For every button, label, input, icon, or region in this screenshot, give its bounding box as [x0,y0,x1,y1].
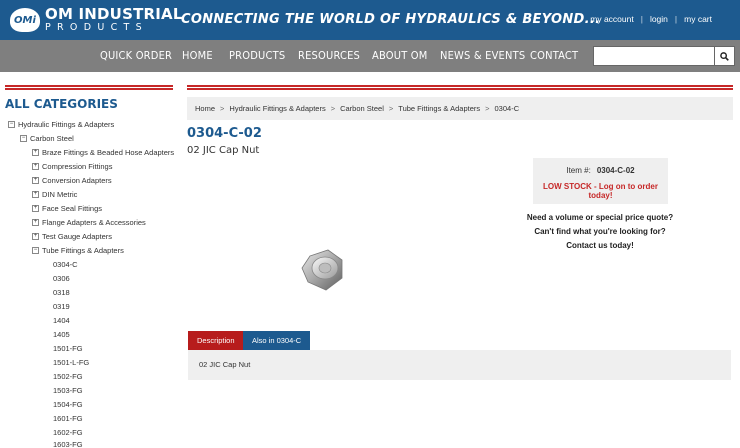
product-code: 0304-C-02 [187,126,262,141]
tree-item-hydraulic-fittings[interactable]: − Hydraulic Fittings & Adapters [8,120,114,129]
collapse-icon[interactable]: − [8,121,15,128]
expand-icon[interactable]: + [32,163,39,170]
tree-leaf-1502-fg[interactable]: 1502-FG [53,372,83,381]
item-number-line: Item #: 0304-C-02 [533,166,668,175]
expand-icon[interactable]: + [32,149,39,156]
quote-line-3: Contact us today! [566,241,634,250]
tree-leaf-1501-l-fg[interactable]: 1501-L-FG [53,358,89,367]
breadcrumb-tube-fittings[interactable]: Tube Fittings & Adapters [398,104,480,113]
tree-leaf-1504-fg[interactable]: 1504-FG [53,400,83,409]
tab-panel-description: 02 JIC Cap Nut [188,350,731,380]
quote-line-2: Can't find what you're looking for? [534,227,666,236]
item-number-value: 0304-C-02 [596,166,635,175]
nav-about[interactable]: ABOUT OM [372,40,428,72]
breadcrumb-separator: > [485,104,490,113]
expand-icon[interactable]: + [32,233,39,240]
breadcrumb-current: 0304-C [494,104,520,113]
tree-item-compression-fittings[interactable]: + Compression Fittings [32,162,112,171]
description-text: 02 JIC Cap Nut [199,360,251,369]
tree-item-face-seal[interactable]: + Face Seal Fittings [32,204,102,213]
tree-item-label: Compression Fittings [42,162,113,171]
search-input[interactable] [593,46,715,66]
tree-leaf-1503-fg[interactable]: 1503-FG [53,386,83,395]
tree-item-flange-adapters[interactable]: + Flange Adapters & Accessories [32,218,146,227]
search-button[interactable] [715,46,735,66]
tree-item-din-metric[interactable]: + DIN Metric [32,190,77,199]
breadcrumb-home[interactable]: Home [195,104,215,113]
nav-quick-order[interactable]: QUICK ORDER [100,40,172,72]
collapse-icon[interactable]: − [32,247,39,254]
breadcrumb-hydraulic-fittings[interactable]: Hydraulic Fittings & Adapters [229,104,325,113]
tree-leaf-1501-fg[interactable]: 1501-FG [53,344,83,353]
my-account-link[interactable]: my account [583,14,640,24]
logo-badge: OMi [10,8,40,32]
tree-leaf-1603-fg[interactable]: 1603-FG [53,440,83,448]
tree-item-label: Braze Fittings & Beaded Hose Adapters [42,148,175,157]
tree-item-conversion-adapters[interactable]: + Conversion Adapters [32,176,112,185]
tree-item-label: Face Seal Fittings [42,204,103,213]
tab-description[interactable]: Description [188,331,244,350]
expand-icon[interactable]: + [32,177,39,184]
tree-leaf-1404[interactable]: 1404 [53,316,70,325]
low-stock-message[interactable]: LOW STOCK - Log on to order today! [533,182,668,200]
tree-item-carbon-steel[interactable]: − Carbon Steel [20,134,74,143]
nav-resources[interactable]: RESOURCES [298,40,360,72]
breadcrumb-separator: > [388,104,394,113]
cap-nut-image [301,249,343,291]
expand-icon[interactable]: + [32,191,39,198]
tree-item-test-gauge[interactable]: + Test Gauge Adapters [32,232,112,241]
tree-leaf-0304-c[interactable]: 0304-C [53,260,78,269]
tree-item-label: DIN Metric [42,190,78,199]
item-number-label: Item #: [566,166,591,175]
tab-also-in[interactable]: Also in 0304-C [243,331,311,350]
tree-leaf-1601-fg[interactable]: 1601-FG [53,414,83,423]
site-header: OMi OM INDUSTRIAL PRODUCTS CONNECTING TH… [0,0,740,40]
tree-item-label: Test Gauge Adapters [42,232,113,241]
tree-item-braze-fittings[interactable]: + Braze Fittings & Beaded Hose Adapters [32,148,174,157]
tree-item-tube-fittings[interactable]: − Tube Fittings & Adapters [32,246,124,255]
tree-leaf-0319[interactable]: 0319 [53,302,70,311]
tree-leaf-1405[interactable]: 1405 [53,330,70,339]
quote-request-text[interactable]: Need a volume or special price quote? Ca… [525,211,675,253]
tree-item-label: Flange Adapters & Accessories [42,218,146,227]
expand-icon[interactable]: + [32,219,39,226]
content-divider [187,85,733,90]
tree-item-label: Carbon Steel [30,134,74,143]
login-link[interactable]: login [643,14,675,24]
sidebar-divider [5,85,173,90]
tree-leaf-0318[interactable]: 0318 [53,288,70,297]
magnifier-icon [720,51,729,61]
tree-item-label: Conversion Adapters [42,176,112,185]
logo-line-2: PRODUCTS [45,22,148,34]
logo-line-1: OM INDUSTRIAL [45,5,183,24]
tree-leaf-0306[interactable]: 0306 [53,274,70,283]
quote-line-1: Need a volume or special price quote? [526,213,674,222]
site-tagline: CONNECTING THE WORLD OF HYDRAULICS & BEY… [181,12,601,27]
breadcrumb-separator: > [330,104,336,113]
site-logo[interactable]: OMi OM INDUSTRIAL PRODUCTS [10,6,183,34]
item-info-box: Item #: 0304-C-02 LOW STOCK - Log on to o… [533,158,668,204]
sidebar-title: ALL CATEGORIES [5,97,118,111]
logo-wordmark: OM INDUSTRIAL PRODUCTS [45,7,183,33]
nav-products[interactable]: PRODUCTS [229,40,285,72]
nav-contact[interactable]: CONTACT [530,40,578,72]
product-name: 02 JIC Cap Nut [187,145,260,156]
collapse-icon[interactable]: − [20,135,27,142]
breadcrumb: Home > Hydraulic Fittings & Adapters > C… [187,97,733,120]
expand-icon[interactable]: + [32,205,39,212]
tree-item-label: Hydraulic Fittings & Adapters [18,120,115,129]
breadcrumb-separator: > [220,104,225,113]
my-cart-link[interactable]: my cart [677,14,719,24]
nav-home[interactable]: HOME [182,40,213,72]
account-links: my account | login | my cart [583,14,719,24]
tree-item-label: Tube Fittings & Adapters [42,246,124,255]
breadcrumb-carbon-steel[interactable]: Carbon Steel [340,104,384,113]
tree-leaf-1602-fg[interactable]: 1602-FG [53,428,83,437]
nav-news-events[interactable]: NEWS & EVENTS [440,40,525,72]
